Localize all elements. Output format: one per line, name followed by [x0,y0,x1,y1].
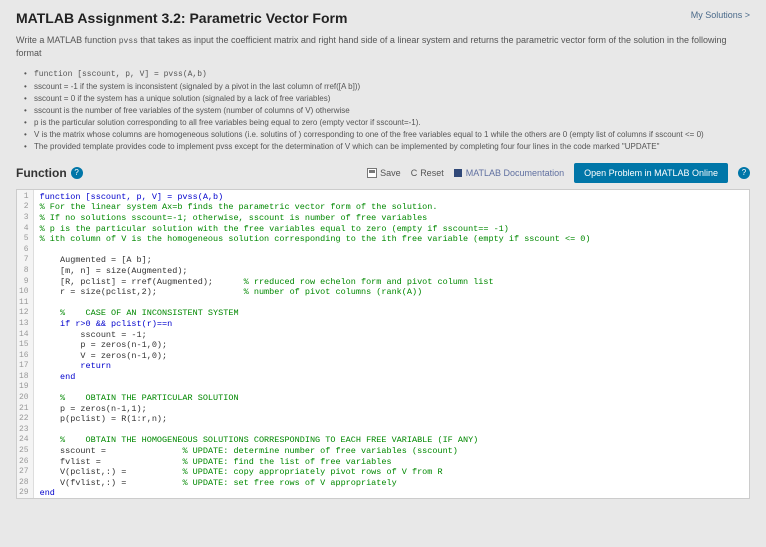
bullet-list: function [sscount, p, V] = pvss(A,b) ssc… [16,68,750,153]
reset-icon: C [411,168,418,178]
function-heading: Function [16,166,67,180]
my-solutions-link[interactable]: My Solutions > [691,10,750,20]
open-problem-button[interactable]: Open Problem in MATLAB Online [574,163,728,183]
bullet-item: p is the particular solution correspondi… [34,117,750,129]
save-label: Save [380,168,401,178]
save-button[interactable]: Save [367,168,401,178]
help-icon-2[interactable]: ? [738,167,750,179]
matlab-doc-link[interactable]: MATLAB Documentation [454,168,564,178]
instr-lead1: Write a MATLAB function [16,35,119,45]
code-body[interactable]: function [sscount, p, V] = pvss(A,b)% Fo… [34,190,749,498]
instructions: Write a MATLAB function pvss that takes … [16,34,750,60]
reset-label: Reset [420,168,444,178]
doc-label: MATLAB Documentation [466,168,564,178]
save-icon [367,168,377,178]
instr-func: pvss [119,37,138,46]
bullet-item: V is the matrix whose columns are homoge… [34,129,750,141]
bullet-item: function [sscount, p, V] = pvss(A,b) [34,68,750,81]
reset-button[interactable]: C Reset [411,168,444,178]
bullet-item: The provided template provides code to i… [34,141,750,153]
doc-icon [454,169,462,177]
bullet-item: sscount is the number of free variables … [34,105,750,117]
help-icon[interactable]: ? [71,167,83,179]
bullet-item: sscount = 0 if the system has a unique s… [34,93,750,105]
bullet-item: sscount = -1 if the system is inconsiste… [34,81,750,93]
code-editor[interactable]: 1234567891011121314151617181920212223242… [16,189,750,499]
line-gutter: 1234567891011121314151617181920212223242… [17,190,34,498]
page-title: MATLAB Assignment 3.2: Parametric Vector… [16,10,347,26]
